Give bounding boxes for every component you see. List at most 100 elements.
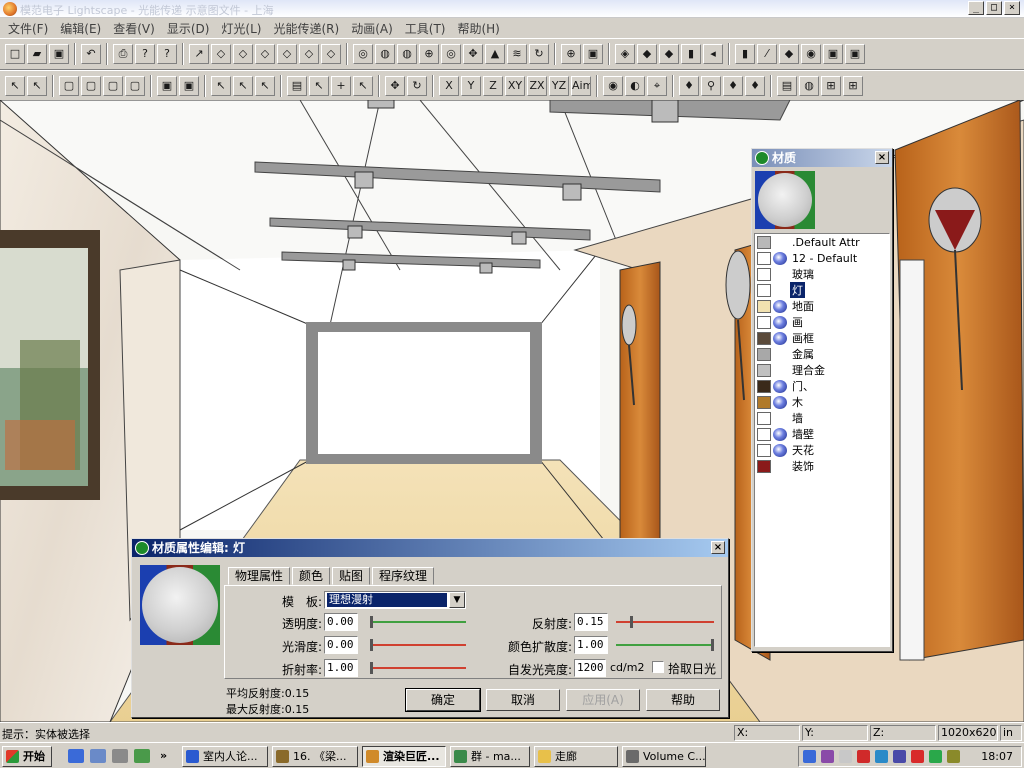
close-button[interactable]: ×	[1004, 1, 1020, 15]
daylight-checkbox[interactable]	[652, 661, 664, 673]
toolbar2-button-31[interactable]: ▤	[777, 76, 797, 96]
tab-color[interactable]: 颜色	[292, 567, 331, 585]
toolbar1-button-32[interactable]: ◆	[779, 44, 799, 64]
material-list-item[interactable]: 金属	[755, 346, 889, 362]
toolbar1-button-7[interactable]: ↗	[189, 44, 209, 64]
material-list-item[interactable]: 木	[755, 394, 889, 410]
slider-thumb[interactable]	[370, 616, 373, 628]
toolbar1-button-20[interactable]: ▲	[485, 44, 505, 64]
material-list-item[interactable]: 天花	[755, 442, 889, 458]
toolbar1-button-31[interactable]: ⁄	[757, 44, 777, 64]
task-item[interactable]: 群 - ma...	[450, 746, 530, 767]
slider-thumb[interactable]	[711, 639, 714, 651]
toolbar1-button-10[interactable]: ◇	[255, 44, 275, 64]
toolbar1-button-13[interactable]: ◇	[321, 44, 341, 64]
toolbar2-button-32[interactable]: ◍	[799, 76, 819, 96]
toolbar1-button-28[interactable]: ▮	[681, 44, 701, 64]
menu-radiosity[interactable]: 光能传递(R)	[267, 20, 345, 37]
toolbar2-button-18[interactable]: Y	[461, 76, 481, 96]
transparency-input[interactable]: 0.00	[324, 613, 358, 631]
toolbar2-button-6[interactable]: ▣	[157, 76, 177, 96]
toolbar2-button-34[interactable]: ⊞	[843, 76, 863, 96]
toolbar1-button-9[interactable]: ◇	[233, 44, 253, 64]
toolbar2-button-21[interactable]: ZX	[527, 76, 547, 96]
toolbar1-button-33[interactable]: ◉	[801, 44, 821, 64]
toolbar1-button-35[interactable]: ▣	[845, 44, 865, 64]
smoothness-slider[interactable]	[370, 639, 466, 651]
network-icon[interactable]	[803, 750, 816, 763]
chevron-right-icon[interactable]: »	[160, 749, 167, 762]
toolbar2-button-7[interactable]: ▣	[179, 76, 199, 96]
material-list-item[interactable]: 理合金	[755, 362, 889, 378]
toolbar1-button-22[interactable]: ↻	[529, 44, 549, 64]
toolbar1-button-3[interactable]: ↶	[81, 44, 101, 64]
tab-physical[interactable]: 物理属性	[228, 567, 291, 585]
toolbar2-button-26[interactable]: ⌖	[647, 76, 667, 96]
toolbar1-button-27[interactable]: ◆	[659, 44, 679, 64]
material-list-item[interactable]: 墙壁	[755, 426, 889, 442]
toolbar1-button-19[interactable]: ✥	[463, 44, 483, 64]
toolbar1-button-17[interactable]: ⊕	[419, 44, 439, 64]
toolbar2-button-14[interactable]: ↖	[353, 76, 373, 96]
toolbar2-button-28[interactable]: ⚲	[701, 76, 721, 96]
toolbar2-button-12[interactable]: ↖	[309, 76, 329, 96]
toolbar1-button-26[interactable]: ◆	[637, 44, 657, 64]
toolbar2-button-30[interactable]: ♦	[745, 76, 765, 96]
reflectance-input[interactable]: 0.15	[574, 613, 608, 631]
toolbar2-button-8[interactable]: ↖	[211, 76, 231, 96]
menu-tools[interactable]: 工具(T)	[399, 20, 452, 37]
menu-animation[interactable]: 动画(A)	[345, 20, 399, 37]
transparency-slider[interactable]	[370, 616, 466, 628]
toolbar1-button-12[interactable]: ◇	[299, 44, 319, 64]
material-list-titlebar[interactable]: 材质 ×	[752, 149, 892, 167]
menu-light[interactable]: 灯光(L)	[215, 20, 267, 37]
media-icon[interactable]	[134, 749, 150, 763]
toolbar2-button-25[interactable]: ◐	[625, 76, 645, 96]
material-list-item[interactable]: 门、	[755, 378, 889, 394]
toolbar1-button-8[interactable]: ◇	[211, 44, 231, 64]
toolbar1-button-30[interactable]: ▮	[735, 44, 755, 64]
toolbar1-button-15[interactable]: ◍	[375, 44, 395, 64]
color-bleed-input[interactable]: 1.00	[574, 636, 608, 654]
task-item[interactable]: 16. 《梁...	[272, 746, 358, 767]
slider-thumb[interactable]	[370, 662, 373, 674]
material-list-item[interactable]: 玻璃	[755, 266, 889, 282]
toolbar2-button-1[interactable]: ↖	[27, 76, 47, 96]
tab-texture[interactable]: 贴图	[332, 567, 371, 585]
toolbar2-button-9[interactable]: ↖	[233, 76, 253, 96]
menu-help[interactable]: 帮助(H)	[451, 20, 505, 37]
apply-button[interactable]: 应用(A)	[566, 689, 640, 711]
tray-icon[interactable]	[821, 750, 834, 763]
toolbar1-button-25[interactable]: ◈	[615, 44, 635, 64]
material-list-item[interactable]: 墙	[755, 410, 889, 426]
task-item[interactable]: Volume C...	[622, 746, 706, 767]
toolbar1-button-24[interactable]: ▣	[583, 44, 603, 64]
toolbar1-button-18[interactable]: ◎	[441, 44, 461, 64]
dialog-close-button[interactable]: ×	[711, 541, 725, 554]
cancel-button[interactable]: 取消	[486, 689, 560, 711]
slider-thumb[interactable]	[630, 616, 634, 628]
toolbar1-button-14[interactable]: ◎	[353, 44, 373, 64]
toolbar2-button-0[interactable]: ↖	[5, 76, 25, 96]
toolbar2-button-27[interactable]: ♦	[679, 76, 699, 96]
toolbar1-button-21[interactable]: ≋	[507, 44, 527, 64]
minimize-button[interactable]: _	[968, 1, 984, 15]
start-button[interactable]: 开始	[2, 746, 52, 767]
material-editor-titlebar[interactable]: 材质属性编辑: 灯 ×	[132, 539, 728, 557]
toolbar2-button-20[interactable]: XY	[505, 76, 525, 96]
color-bleed-slider[interactable]	[616, 639, 714, 651]
antivirus-icon[interactable]	[857, 750, 870, 763]
menu-file[interactable]: 文件(F)	[2, 20, 54, 37]
tab-procedural[interactable]: 程序纹理	[372, 567, 435, 585]
toolbar2-button-13[interactable]: +	[331, 76, 351, 96]
toolbar1-button-34[interactable]: ▣	[823, 44, 843, 64]
toolbar2-button-17[interactable]: X	[439, 76, 459, 96]
desktop-icon[interactable]	[112, 749, 128, 763]
toolbar1-button-2[interactable]: ▣	[49, 44, 69, 64]
toolbar2-button-33[interactable]: ⊞	[821, 76, 841, 96]
toolbar2-button-22[interactable]: YZ	[549, 76, 569, 96]
ie-icon[interactable]	[68, 749, 84, 763]
toolbar1-button-16[interactable]: ◍	[397, 44, 417, 64]
tray-icon[interactable]	[893, 750, 906, 763]
material-list-item[interactable]: 画	[755, 314, 889, 330]
